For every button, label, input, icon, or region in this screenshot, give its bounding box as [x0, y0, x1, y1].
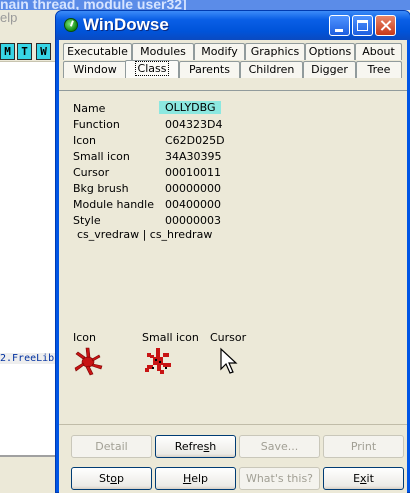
tab-graphics-label: Graphics — [250, 45, 300, 58]
toolbar-button-m[interactable]: M — [0, 43, 15, 60]
class-panel: Name OLLYDBG Function 004323D4 Icon C62D… — [59, 90, 407, 424]
style-label: Style — [73, 214, 101, 227]
bkg-brush-value: 00000000 — [165, 182, 221, 195]
tab-parents[interactable]: Parents — [179, 61, 240, 78]
tab-window-label: Window — [73, 63, 117, 76]
cursor-arrow-icon — [220, 347, 238, 374]
stop-accesskey: o — [110, 472, 118, 485]
exit-button[interactable]: Exit — [323, 467, 404, 490]
function-value: 004323D4 — [165, 118, 223, 131]
background-title-text: nain thread, module user32] — [0, 0, 187, 10]
tab-modify-label: Modify — [201, 45, 238, 58]
refresh-button[interactable]: Refresh — [155, 435, 236, 458]
tab-options[interactable]: Options — [305, 43, 355, 60]
tab-class-label: Class — [134, 61, 170, 76]
tab-children-label: Children — [248, 63, 295, 76]
refresh-label-a: Refre — [174, 440, 204, 453]
minimize-button[interactable] — [329, 15, 350, 36]
module-handle-value: 00400000 — [165, 198, 221, 211]
help-accesskey: H — [182, 472, 192, 485]
bkg-brush-label: Bkg brush — [73, 182, 129, 195]
tab-modules-label: Modules — [140, 45, 186, 58]
tab-tree-label: Tree — [367, 63, 391, 76]
refresh-label-b: h — [209, 440, 217, 453]
tab-class[interactable]: Class — [125, 60, 179, 78]
toolbar-button-w[interactable]: W — [36, 43, 51, 60]
window-title: WinDowse — [83, 15, 169, 34]
style-flags: cs_vredraw | cs_hredraw — [77, 228, 213, 241]
whats-this-button[interactable]: What's this? — [239, 467, 320, 490]
stop-button[interactable]: Stop — [71, 467, 152, 490]
small-icon-value: 34A30395 — [165, 150, 222, 163]
bug-small-icon — [145, 348, 171, 374]
small-icon-preview-label: Small icon — [142, 331, 199, 344]
tab-modify[interactable]: Modify — [194, 43, 245, 60]
tab-executable-label: Executable — [67, 45, 128, 58]
exit-label-b: it — [366, 472, 374, 485]
function-label: Function — [73, 118, 120, 131]
close-button[interactable] — [375, 15, 396, 36]
tab-tree[interactable]: Tree — [356, 61, 402, 78]
tab-graphics[interactable]: Graphics — [245, 43, 305, 60]
tab-executable[interactable]: Executable — [63, 43, 132, 60]
cursor-label: Cursor — [73, 166, 110, 179]
windowse-window: WinDowse Executable Modules Modify Graph… — [55, 10, 410, 493]
tab-parents-label: Parents — [189, 63, 230, 76]
background-titlebar: nain thread, module user32] — [0, 0, 410, 10]
background-menu-help[interactable]: elp — [0, 10, 17, 25]
bug-icon — [74, 347, 103, 376]
tab-children[interactable]: Children — [240, 61, 303, 78]
window-client: Executable Modules Modify Graphics Optio… — [59, 40, 407, 493]
tab-modules[interactable]: Modules — [132, 43, 194, 60]
stop-label-b: p — [117, 472, 124, 485]
print-button[interactable]: Print — [323, 435, 404, 458]
tab-options-label: Options — [308, 45, 352, 58]
save-button[interactable]: Save... — [239, 435, 320, 458]
detail-button[interactable]: Detail — [71, 435, 152, 458]
stop-label-a: St — [98, 472, 111, 485]
help-button[interactable]: Help — [155, 467, 236, 490]
help-label: elp — [191, 472, 209, 485]
tab-about-label: About — [362, 45, 395, 58]
exit-label-a: E — [353, 472, 361, 485]
title-bar[interactable]: WinDowse — [56, 11, 410, 40]
cursor-value: 00010011 — [165, 166, 221, 179]
tab-digger[interactable]: Digger — [303, 61, 356, 78]
tab-digger-label: Digger — [311, 63, 348, 76]
icon-preview-label: Icon — [73, 331, 96, 344]
button-area: Detail Refresh Save... Print Stop Help W… — [59, 424, 407, 493]
small-icon-label: Small icon — [73, 150, 130, 163]
module-handle-label: Module handle — [73, 198, 154, 211]
name-label: Name — [73, 102, 106, 115]
toolbar-button-t[interactable]: T — [17, 43, 32, 60]
tab-about[interactable]: About — [355, 43, 402, 60]
name-value[interactable]: OLLYDBG — [159, 101, 221, 114]
cursor-preview-label: Cursor — [210, 331, 247, 344]
app-icon[interactable] — [64, 18, 78, 32]
icon-value: C62D025D — [165, 134, 225, 147]
maximize-button[interactable] — [352, 15, 373, 36]
style-value: 00000003 — [165, 214, 221, 227]
icon-label: Icon — [73, 134, 96, 147]
tab-window[interactable]: Window — [63, 61, 127, 78]
